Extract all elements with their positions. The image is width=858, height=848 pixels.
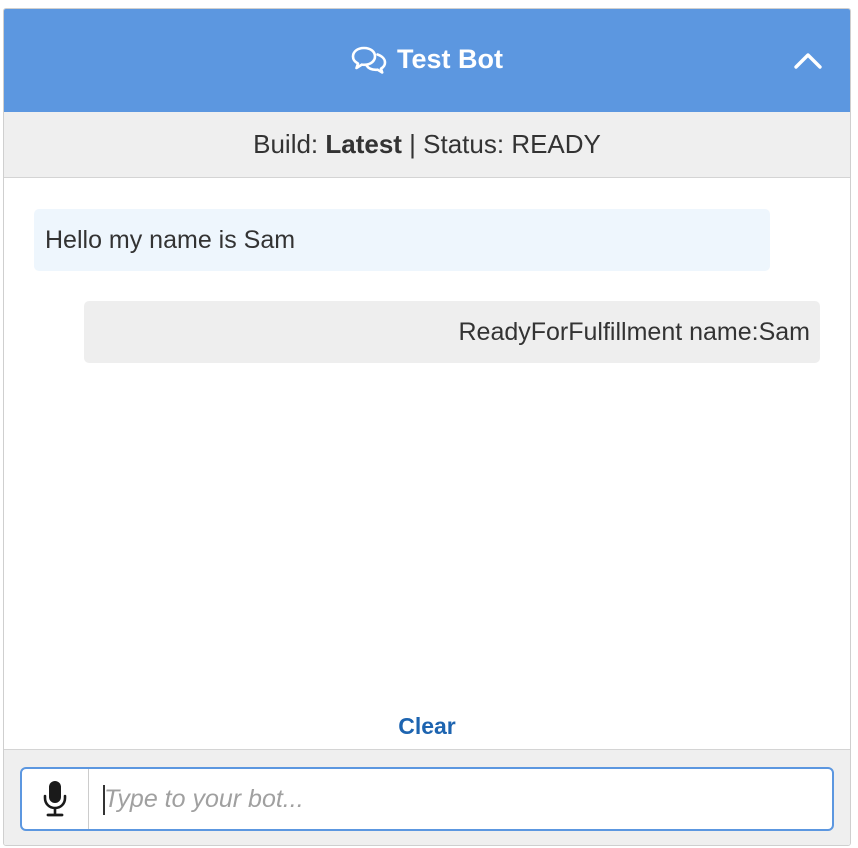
message-input[interactable] — [89, 769, 832, 829]
build-value: Latest — [325, 129, 402, 159]
bot-message-text: ReadyForFulfillment name:Sam — [458, 317, 810, 346]
status-value: READY — [511, 129, 601, 159]
user-message: Hello my name is Sam — [34, 209, 770, 271]
collapse-button[interactable] — [792, 47, 824, 73]
test-bot-panel: Test Bot Build: Latest | Status: READY H… — [3, 8, 851, 846]
clear-link-row: Clear — [4, 713, 850, 740]
chevron-up-icon — [794, 53, 822, 69]
microphone-icon — [43, 781, 67, 817]
message-input-group — [20, 767, 834, 831]
microphone-button[interactable] — [22, 769, 89, 829]
user-message-text: Hello my name is Sam — [45, 225, 296, 254]
status-prefix: Status: — [423, 129, 512, 159]
input-bar — [4, 749, 850, 845]
build-status-bar: Build: Latest | Status: READY — [4, 112, 850, 178]
conversation-area[interactable]: Hello my name is Sam ReadyForFulfillment… — [4, 178, 850, 748]
bot-message: ReadyForFulfillment name:Sam — [84, 301, 820, 363]
build-prefix: Build: — [253, 129, 326, 159]
header-title: Test Bot — [397, 44, 503, 74]
status-separator: | — [401, 129, 424, 159]
header-title-group: Test Bot — [351, 44, 503, 75]
clear-link[interactable]: Clear — [398, 713, 456, 739]
panel-header: Test Bot — [4, 9, 850, 112]
chat-bubbles-icon — [351, 45, 387, 75]
text-caret — [103, 785, 105, 815]
